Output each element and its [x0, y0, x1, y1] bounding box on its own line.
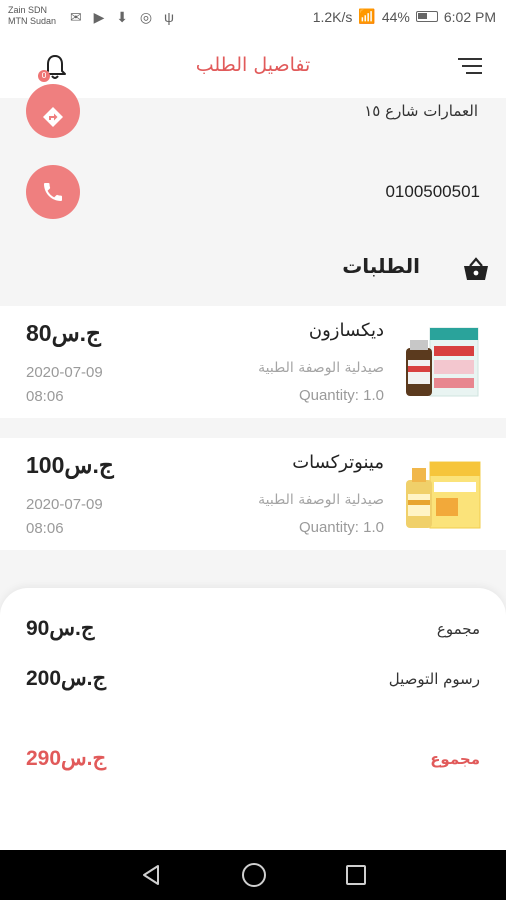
delivery-fee-row: ج.س200 رسوم التوصيل [26, 666, 480, 696]
signal-icon: 📶 [358, 8, 376, 24]
pharmacy-name: صيدلية الوصفة الطبية [258, 492, 384, 508]
call-button[interactable] [26, 165, 80, 219]
basket-icon [464, 257, 488, 280]
quantity-text: Quantity: 1.0 [298, 387, 384, 404]
item-price: ج.س80 [26, 320, 101, 346]
order-time: 08:06 [26, 388, 64, 405]
order-time: 08:06 [26, 520, 64, 537]
total-label: مجموع [430, 750, 480, 768]
phone-icon [44, 183, 62, 201]
product-image-dexazone [406, 327, 479, 397]
carrier-line-1: Zain SDN [8, 5, 48, 15]
status-bar: Zain SDN MTN Sudan ✉ ▶ ⬇ ◎ ψ 1.2K/s 📶 44… [0, 0, 506, 36]
phone-number[interactable]: 0100500501 [385, 182, 480, 202]
item-price: ج.س100 [26, 452, 114, 478]
clock: 6:02 PM [443, 8, 496, 25]
network-speed: 1.2K/s [312, 8, 353, 25]
subtotal-row: ج.س90 مجموع [26, 616, 480, 646]
directions-icon [43, 107, 63, 127]
pharmacy-name: صيدلية الوصفة الطبية [258, 360, 384, 376]
home-icon[interactable] [242, 863, 266, 887]
recents-icon[interactable] [346, 865, 366, 885]
battery-percent: 44% [381, 8, 410, 25]
delivery-fee-label: رسوم التوصيل [388, 670, 480, 688]
back-icon[interactable] [140, 864, 162, 886]
order-summary: ج.س90 مجموع ج.س200 رسوم التوصيل ج.س290 م… [0, 588, 506, 850]
delivery-fee-value: ج.س200 [26, 667, 107, 690]
status-right: 1.2K/s 📶 44% 6:02 PM [313, 8, 496, 25]
menu-icon[interactable] [458, 58, 482, 76]
app-header: 0 تفاصيل الطلب [0, 36, 506, 98]
product-name: مينوتركسات [292, 452, 384, 473]
notification-icons: ✉ ▶ ⬇ ◎ ψ [70, 9, 178, 25]
total-row: ج.س290 مجموع [26, 746, 480, 776]
subtotal-value: ج.س90 [26, 617, 95, 640]
total-value: ج.س290 [26, 747, 107, 770]
product-name: ديكسازون [308, 320, 384, 341]
order-item[interactable]: ديكسازون صيدلية الوصفة الطبية Quantity: … [0, 306, 506, 418]
page-title: تفاصيل الطلب [195, 54, 311, 76]
order-date: 2020-07-09 [26, 496, 103, 513]
carrier-info: Zain SDN MTN Sudan [8, 5, 56, 27]
orders-title: الطلبات [342, 254, 420, 278]
order-item[interactable]: مينوتركسات صيدلية الوصفة الطبية Quantity… [0, 438, 506, 550]
carrier-line-2: MTN Sudan [8, 16, 57, 26]
address-text: العمارات شارع ١٥ [364, 102, 478, 120]
system-nav-bar [0, 850, 506, 900]
quantity-text: Quantity: 1.0 [298, 519, 384, 536]
battery-icon [415, 11, 438, 22]
order-date: 2020-07-09 [26, 364, 103, 381]
directions-button[interactable] [26, 84, 80, 138]
product-image-methotrexate [406, 461, 481, 529]
subtotal-label: مجموع [436, 620, 480, 638]
